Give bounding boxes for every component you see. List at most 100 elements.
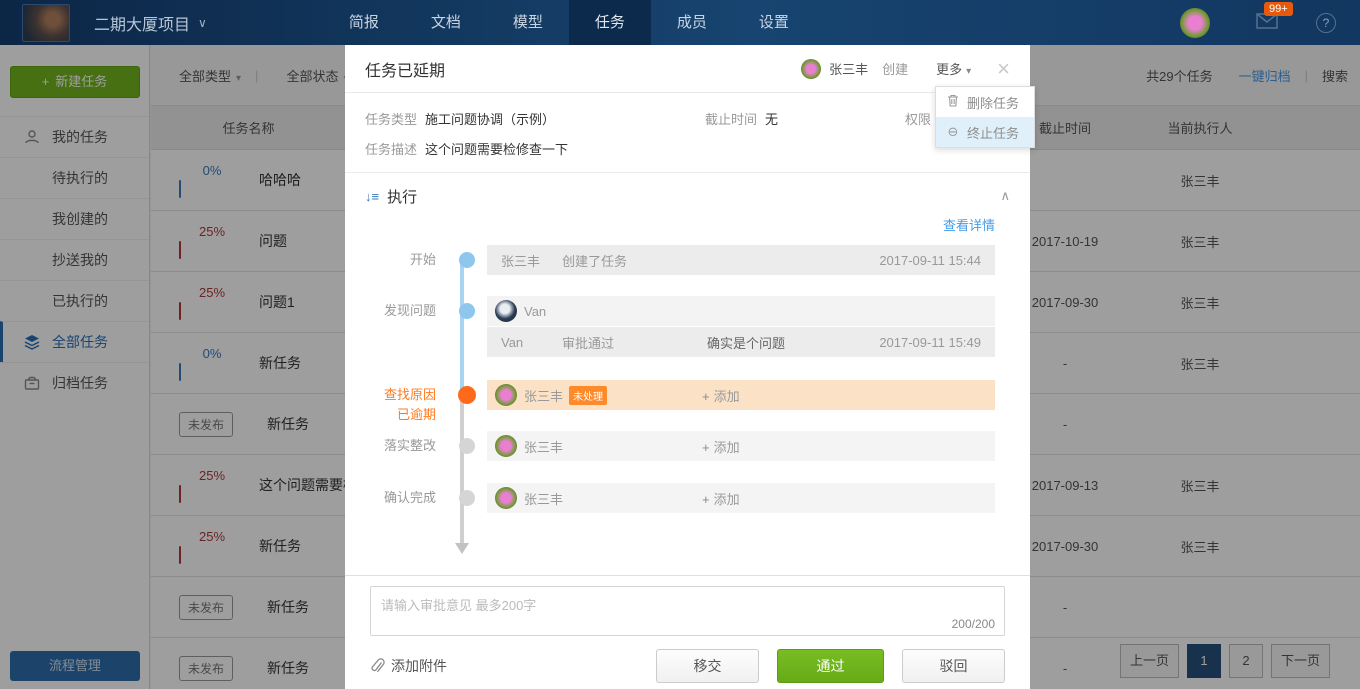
field-label-type: 任务类型 bbox=[365, 112, 417, 127]
step-dot bbox=[459, 252, 475, 268]
plus-icon: + bbox=[702, 440, 710, 455]
field-value-due: 无 bbox=[765, 112, 778, 127]
assignee-avatar bbox=[495, 300, 517, 322]
assignee-row: Van bbox=[487, 296, 995, 326]
creator-name: 张三丰 bbox=[829, 59, 868, 78]
execution-timeline: 开始 张三丰 创建了任务 2017-09-11 15:44 发现问题 bbox=[345, 245, 1030, 575]
timeline-step-start: 开始 张三丰 创建了任务 2017-09-11 15:44 bbox=[345, 245, 1030, 275]
more-label: 更多 bbox=[936, 62, 962, 77]
more-menu-button[interactable]: 更多▾ bbox=[936, 59, 971, 78]
log-user: 张三丰 bbox=[501, 251, 562, 270]
dot-column bbox=[450, 245, 487, 275]
assignee-avatar bbox=[495, 487, 517, 509]
creator-action: 创建 bbox=[882, 59, 908, 78]
field-label-due: 截止时间 bbox=[705, 112, 757, 127]
transfer-button[interactable]: 移交 bbox=[656, 649, 759, 683]
reject-button[interactable]: 驳回 bbox=[902, 649, 1005, 683]
main-nav: 简报 文档 模型 任务 成员 设置 bbox=[323, 0, 815, 45]
collapse-icon[interactable]: ∧ bbox=[1000, 188, 1010, 204]
field-value-desc: 这个问题需要检修查一下 bbox=[425, 142, 568, 157]
trash-icon bbox=[946, 94, 960, 110]
timeline-arrow-icon bbox=[455, 543, 469, 554]
detail-row: 查看详情 bbox=[345, 215, 1030, 235]
log-row: 张三丰 创建了任务 2017-09-11 15:44 bbox=[487, 245, 995, 275]
menu-item-delete-task[interactable]: 删除任务 bbox=[936, 87, 1034, 117]
task-detail-modal: 任务已延期 张三丰 创建 更多▾ × 删除任务 ⊖ 终止任务 任务类型施工问题协… bbox=[345, 45, 1030, 689]
task-info: 任务类型施工问题协调（示例） 截止时间无 权限 任务描述这个问题需要检修查一下 bbox=[345, 93, 1030, 173]
timeline-step-rectify: 落实整改 张三丰 + 添加 bbox=[345, 431, 1030, 461]
timeline-step-find-cause: 查找原因 已逾期 张三丰 未处理 +添加 bbox=[345, 380, 1030, 425]
step-label: 发现问题 bbox=[345, 296, 450, 357]
dot-column bbox=[450, 296, 487, 357]
project-name: 二期大厦项目 bbox=[94, 11, 190, 35]
menu-item-label: 删除任务 bbox=[967, 93, 1019, 112]
plus-icon: + bbox=[702, 492, 710, 507]
paperclip-icon bbox=[370, 658, 385, 674]
add-executor-button[interactable]: +添加 bbox=[702, 386, 740, 405]
step-label: 落实整改 bbox=[345, 431, 450, 461]
log-time: 2017-09-11 15:49 bbox=[879, 335, 981, 350]
add-label: 添加 bbox=[714, 389, 740, 404]
field-label-permission: 权限 bbox=[905, 112, 931, 127]
dot-column bbox=[450, 431, 487, 461]
add-label: 添加 bbox=[714, 492, 740, 507]
step-label-text: 查找原因 bbox=[384, 387, 436, 402]
modal-footer: 添加附件 移交 通过 驳回 bbox=[345, 639, 1030, 683]
assignee-name: Van bbox=[524, 304, 546, 319]
assignee-name: 张三丰 bbox=[524, 489, 563, 508]
close-icon[interactable]: × bbox=[997, 58, 1010, 80]
project-logo[interactable] bbox=[22, 4, 70, 42]
assignee-name: 张三丰 bbox=[524, 386, 563, 405]
messages-button[interactable]: 99+ bbox=[1256, 13, 1278, 32]
menu-item-terminate-task[interactable]: ⊖ 终止任务 bbox=[936, 117, 1034, 147]
timeline-step-confirm: 确认完成 张三丰 +添加 bbox=[345, 483, 1030, 513]
assignee-block: 张三丰 bbox=[524, 489, 702, 508]
navbar-right: 99+ ? bbox=[1180, 8, 1336, 38]
user-avatar[interactable] bbox=[1180, 8, 1210, 38]
todo-badge: 未处理 bbox=[569, 386, 607, 405]
log-time: 2017-09-11 15:44 bbox=[879, 253, 981, 268]
log-action: 审批通过 bbox=[562, 333, 707, 352]
add-executor-button[interactable]: + 添加 bbox=[702, 489, 740, 508]
approval-comment-input[interactable] bbox=[370, 586, 1005, 636]
nav-item-tasks[interactable]: 任务 bbox=[569, 0, 651, 45]
message-count-badge: 99+ bbox=[1264, 2, 1293, 16]
log-user: Van bbox=[501, 335, 562, 350]
creator-avatar bbox=[801, 59, 821, 79]
comment-area: 200/200 bbox=[345, 576, 1030, 639]
attach-label: 添加附件 bbox=[391, 656, 447, 676]
terminate-icon: ⊖ bbox=[946, 124, 960, 140]
assignee-row: 张三丰 + 添加 bbox=[487, 431, 995, 461]
nav-item-members[interactable]: 成员 bbox=[651, 0, 733, 45]
nav-item-documents[interactable]: 文档 bbox=[405, 0, 487, 45]
add-attachment-button[interactable]: 添加附件 bbox=[370, 656, 447, 676]
add-executor-button[interactable]: + 添加 bbox=[702, 437, 740, 456]
project-selector[interactable]: 二期大厦项目 ∨ bbox=[94, 11, 207, 35]
menu-item-label: 终止任务 bbox=[967, 123, 1019, 142]
approve-button[interactable]: 通过 bbox=[777, 649, 884, 683]
field-label-desc: 任务描述 bbox=[365, 142, 417, 157]
nav-item-settings[interactable]: 设置 bbox=[733, 0, 815, 45]
step-dot bbox=[459, 490, 475, 506]
add-label: 添加 bbox=[714, 440, 740, 455]
overdue-label: 已逾期 bbox=[397, 407, 436, 422]
nav-item-briefing[interactable]: 简报 bbox=[323, 0, 405, 45]
screen: 二期大厦项目 ∨ 简报 文档 模型 任务 成员 设置 99+ ? +新建任 bbox=[0, 0, 1360, 689]
log-comment: 确实是个问题 bbox=[707, 333, 879, 352]
nav-item-models[interactable]: 模型 bbox=[487, 0, 569, 45]
execution-title: 执行 bbox=[387, 186, 417, 207]
help-icon[interactable]: ? bbox=[1316, 13, 1336, 33]
timeline-step-issue-found: 发现问题 Van Van 审批通过 确实是个问题 2017-09-11 15:4… bbox=[345, 296, 1030, 357]
assignee-row-active: 张三丰 未处理 +添加 bbox=[487, 380, 995, 410]
step-dot bbox=[459, 303, 475, 319]
step-label: 开始 bbox=[345, 245, 450, 275]
modal-header: 任务已延期 张三丰 创建 更多▾ × bbox=[345, 45, 1030, 93]
log-action: 创建了任务 bbox=[562, 251, 707, 270]
step-dot bbox=[459, 438, 475, 454]
assignee-name: 张三丰 bbox=[524, 437, 563, 456]
dot-column bbox=[450, 483, 487, 513]
log-row: Van 审批通过 确实是个问题 2017-09-11 15:49 bbox=[487, 327, 995, 357]
assignee-row: 张三丰 + 添加 bbox=[487, 483, 995, 513]
top-navbar: 二期大厦项目 ∨ 简报 文档 模型 任务 成员 设置 99+ ? bbox=[0, 0, 1360, 45]
view-detail-link[interactable]: 查看详情 bbox=[943, 218, 995, 233]
